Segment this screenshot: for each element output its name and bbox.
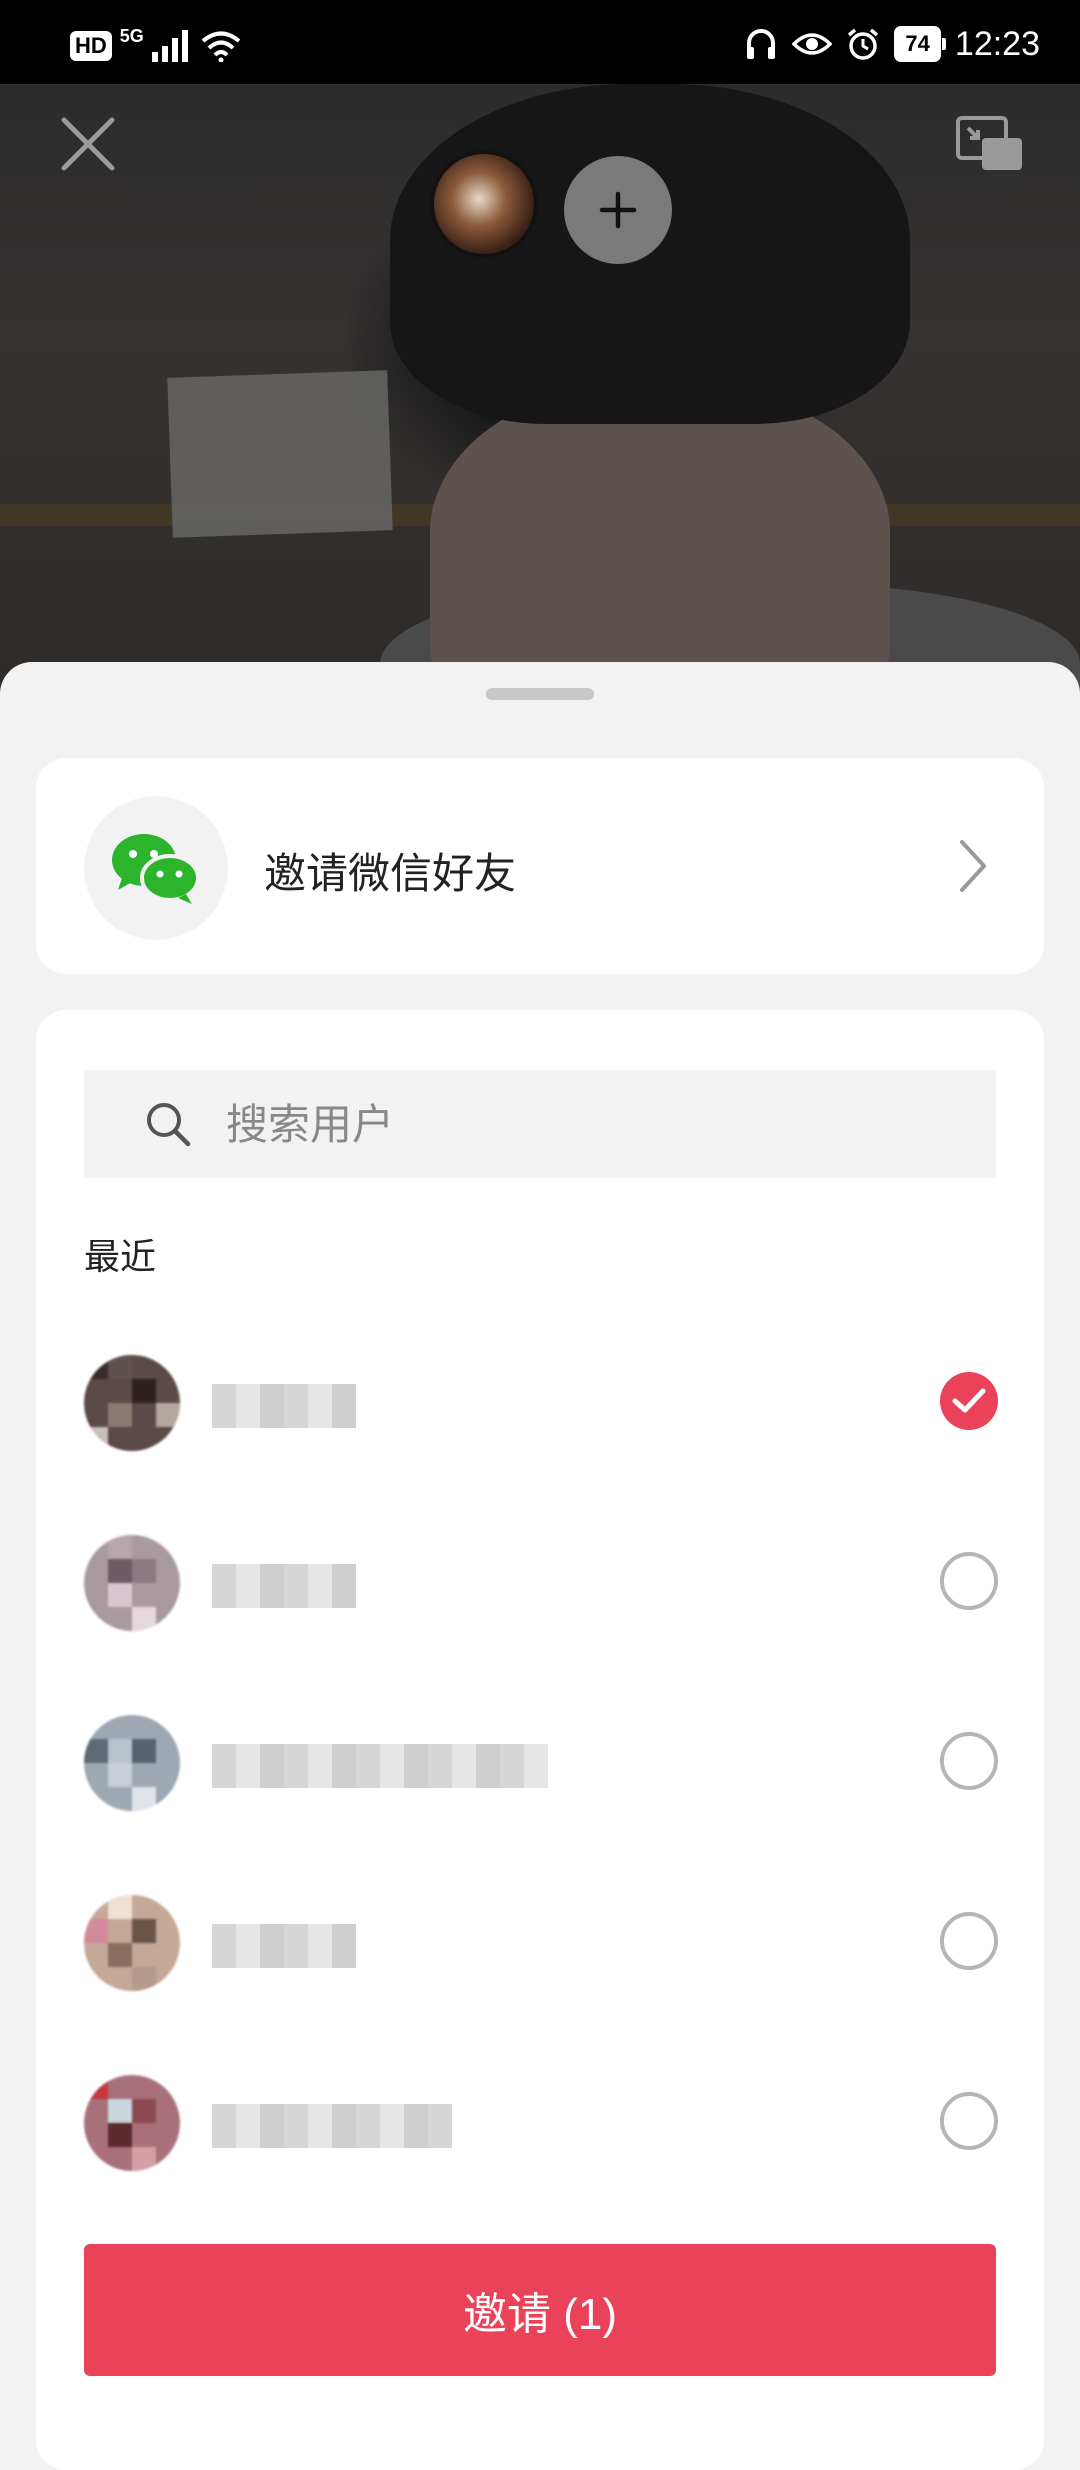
- host-avatar[interactable]: [434, 154, 534, 254]
- user-name-blurred: [212, 1744, 548, 1788]
- list-item[interactable]: [36, 1508, 1044, 1658]
- list-item[interactable]: [36, 1868, 1044, 2018]
- list-item[interactable]: [36, 1328, 1044, 1478]
- wechat-icon: [112, 834, 200, 904]
- close-icon[interactable]: [56, 112, 120, 176]
- invite-wechat-label: 邀请微信好友: [264, 850, 517, 897]
- background-box: [167, 370, 393, 538]
- select-checkbox[interactable]: [940, 1912, 998, 1970]
- select-checkbox[interactable]: [940, 1732, 998, 1790]
- select-checkbox-checked[interactable]: [940, 1372, 998, 1430]
- plus-icon: [599, 191, 637, 229]
- wechat-icon-container: [84, 796, 228, 940]
- drag-handle[interactable]: [486, 688, 594, 700]
- user-name-blurred: [212, 1564, 356, 1608]
- user-name-blurred: [212, 1924, 356, 1968]
- user-name-blurred: [212, 2104, 452, 2148]
- avatar: [84, 1355, 180, 1451]
- chevron-right-icon: [960, 840, 986, 892]
- add-participant-button[interactable]: [564, 156, 672, 264]
- avatar: [84, 1535, 180, 1631]
- avatar: [84, 2075, 180, 2171]
- network-type: 5G: [119, 25, 144, 46]
- search-bar[interactable]: [84, 1070, 996, 1178]
- alarm-icon: [848, 28, 879, 60]
- select-checkbox[interactable]: [940, 2092, 998, 2150]
- avatar: [84, 1895, 180, 1991]
- clock: 12:23: [954, 24, 1040, 63]
- invite-button[interactable]: 邀请 (1): [84, 2244, 996, 2376]
- status-bar: HD 5G 74 12:23: [0, 0, 1080, 84]
- select-checkbox[interactable]: [940, 1552, 998, 1610]
- user-name-blurred: [212, 1384, 356, 1428]
- invite-sheet: 邀请微信好友 最近: [0, 662, 1080, 2470]
- signal-icon: [151, 30, 188, 62]
- list-item[interactable]: [36, 1688, 1044, 1838]
- video-preview: [0, 84, 1080, 704]
- headphones-icon: [747, 29, 776, 59]
- status-left: HD 5G: [70, 25, 242, 64]
- eye-icon: [792, 33, 833, 55]
- pip-icon[interactable]: [954, 114, 1026, 174]
- search-icon: [147, 1103, 191, 1147]
- avatar: [84, 1715, 180, 1811]
- wifi-icon: [201, 31, 241, 62]
- person-face: [430, 384, 890, 704]
- battery-icon: 74: [894, 26, 947, 62]
- list-item[interactable]: [36, 2048, 1044, 2198]
- hd-badge: HD: [70, 31, 112, 61]
- checkmark-icon: [952, 1388, 986, 1413]
- person-hat: [390, 84, 910, 424]
- search-input[interactable]: [224, 1092, 948, 1158]
- status-right: 74 12:23: [744, 24, 1040, 64]
- invite-wechat-friends-row[interactable]: 邀请微信好友: [36, 758, 1044, 974]
- recent-section-title: 最近: [84, 1236, 157, 1277]
